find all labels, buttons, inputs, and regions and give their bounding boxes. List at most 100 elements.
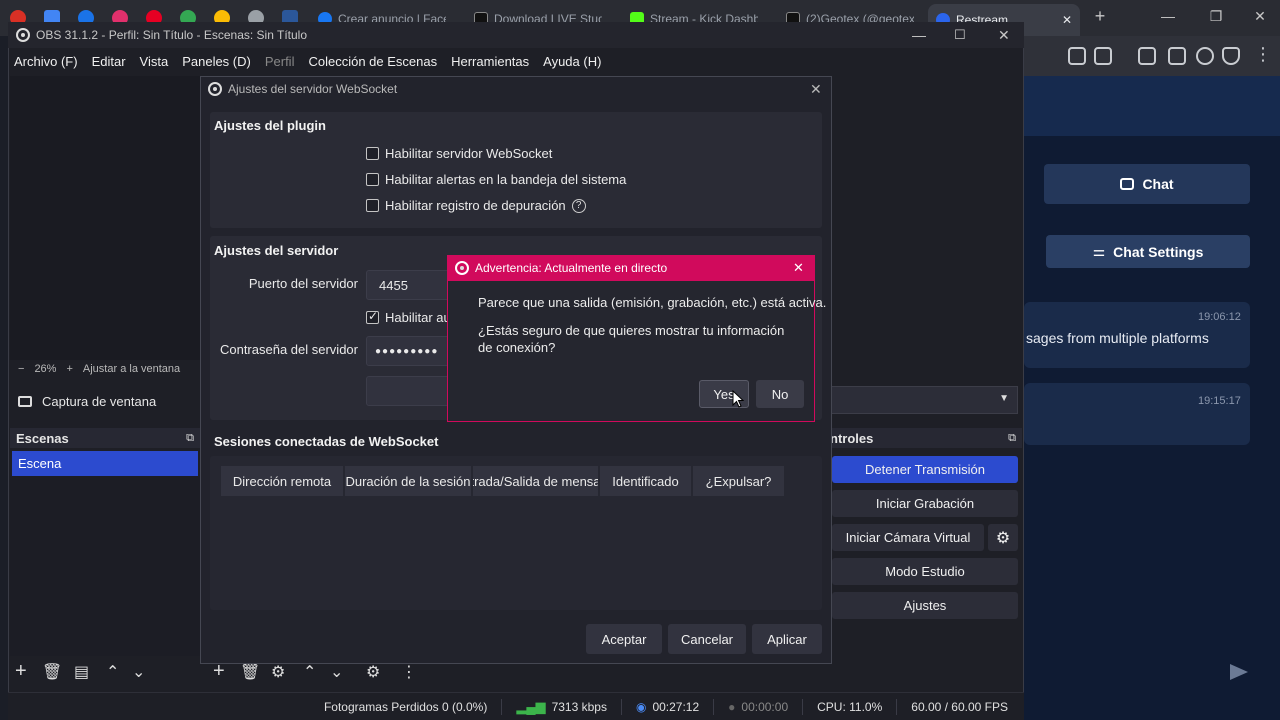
dropdown-strip[interactable]: ▼ — [826, 386, 1018, 414]
preview-area[interactable] — [10, 76, 200, 360]
sparkle-icon[interactable] — [1196, 47, 1214, 65]
monitor-icon — [18, 395, 32, 407]
chat-button[interactable]: Chat — [1044, 164, 1250, 204]
bitrate: 7313 kbps — [551, 699, 607, 714]
zoom-out-button[interactable]: − — [18, 363, 24, 375]
column-identified[interactable]: Identificado — [600, 466, 691, 496]
accept-button[interactable]: Aceptar — [586, 624, 662, 654]
start-recording-button[interactable]: Iniciar Grabación — [832, 490, 1018, 517]
scenes-list — [10, 476, 200, 656]
move-down-icon[interactable]: ⌄ — [330, 662, 343, 682]
fit-to-window-button[interactable]: Ajustar a la ventana — [83, 363, 180, 375]
gear-icon[interactable]: ⚙ — [366, 662, 380, 682]
cancel-button[interactable]: Cancelar — [668, 624, 746, 654]
enable-debug-log-checkbox[interactable]: Habilitar registro de depuración ? — [366, 198, 586, 213]
restore-icon[interactable]: ❐ — [1206, 8, 1226, 25]
obs-logo-icon — [455, 261, 469, 275]
extensions-icon[interactable] — [1068, 47, 1086, 65]
menu-edit[interactable]: Editar — [92, 54, 126, 69]
screenshot-icon[interactable] — [1094, 47, 1112, 65]
menu-view[interactable]: Vista — [140, 54, 169, 69]
warning-message: Parece que una salida (emisión, grabació… — [478, 295, 827, 310]
more-icon[interactable]: ⋮ — [401, 662, 417, 682]
sliders-icon: ⚌ — [1092, 243, 1106, 259]
close-icon[interactable]: ✕ — [810, 81, 822, 98]
menu-scene-collection[interactable]: Colección de Escenas — [308, 54, 437, 69]
minimize-icon[interactable]: — — [1158, 8, 1178, 24]
checkbox-label: Habilitar au — [385, 310, 451, 325]
source-row[interactable]: Captura de ventana — [10, 388, 200, 414]
chat-icon — [1120, 178, 1135, 190]
column-remote-address[interactable]: Dirección remota — [221, 466, 343, 496]
tab-close-icon[interactable]: ✕ — [1062, 13, 1072, 27]
dropped-frames: Fotogramas Perdidos 0 (0.0%) — [323, 699, 488, 714]
settings-button[interactable]: Ajustes — [832, 592, 1018, 619]
server-settings-title: Ajustes del servidor — [214, 243, 339, 258]
menu-tools[interactable]: Herramientas — [451, 54, 529, 69]
checkbox-box[interactable] — [366, 199, 379, 212]
new-tab-button[interactable]: + — [1090, 6, 1110, 27]
menu-file[interactable]: Archivo (F) — [14, 54, 78, 69]
undock-icon[interactable]: ⧉ — [186, 432, 194, 445]
undock-icon[interactable]: ⧉ — [1008, 432, 1016, 445]
column-messages-in-out[interactable]: trada/Salida de mensa — [473, 466, 598, 496]
enable-auth-checkbox[interactable]: Habilitar au — [366, 309, 451, 325]
signal-bars-icon: ▂▄▆ — [516, 698, 546, 714]
close-icon[interactable]: ✕ — [1250, 8, 1270, 25]
sidebar-icon[interactable] — [1138, 47, 1156, 65]
source-name: Captura de ventana — [42, 393, 157, 409]
minimize-icon[interactable]: — — [912, 27, 926, 43]
move-up-icon[interactable]: ⌃ — [303, 662, 316, 682]
virtual-camera-settings-icon[interactable]: ⚙ — [988, 524, 1018, 551]
browser-toolbar: ⋮ — [1024, 36, 1280, 76]
start-virtual-camera-button[interactable]: Iniciar Cámara Virtual — [832, 524, 984, 551]
move-down-icon[interactable]: ⌄ — [132, 662, 145, 682]
cpu-usage: CPU: 11.0% — [817, 699, 883, 714]
enable-tray-alerts-checkbox[interactable]: Habilitar alertas en la bandeja del sist… — [366, 172, 626, 187]
stream-time: 00:27:12 — [652, 699, 700, 714]
close-icon[interactable]: ✕ — [793, 260, 804, 276]
move-up-icon[interactable]: ⌃ — [106, 662, 119, 682]
record-icon: ● — [728, 699, 736, 714]
chat-settings-button[interactable]: ⚌ Chat Settings — [1046, 235, 1250, 268]
scenes-title: Escenas — [16, 430, 69, 446]
wallet-icon[interactable] — [1168, 47, 1186, 65]
chat-message: 19:15:17 — [1024, 383, 1250, 445]
password-label: Contraseña del servidor — [219, 342, 358, 357]
maximize-icon[interactable]: ☐ — [954, 27, 966, 43]
chat-button-label: Chat — [1142, 176, 1174, 192]
menu-docks[interactable]: Paneles (D) — [182, 54, 251, 69]
obs-logo-icon — [16, 28, 30, 42]
column-kick[interactable]: ¿Expulsar? — [693, 466, 784, 496]
controls-dock-header: ntroles ⧉ — [826, 428, 1022, 448]
send-icon[interactable] — [1230, 664, 1248, 680]
menu-icon[interactable]: ⋮ — [1254, 44, 1272, 65]
checkbox-label: Habilitar servidor WebSocket — [385, 146, 553, 161]
obs-titlebar: OBS 31.1.2 - Perfil: Sin Título - Escena… — [8, 22, 1024, 48]
help-icon[interactable]: ? — [571, 198, 586, 213]
scene-item[interactable]: Escena — [12, 451, 198, 476]
checkbox-box[interactable] — [366, 147, 379, 160]
menu-help[interactable]: Ayuda (H) — [543, 54, 601, 69]
message-time: 19:15:17 — [1198, 395, 1241, 407]
checkbox-box[interactable] — [366, 309, 379, 324]
warning-question: ¿Estás seguro de que quieres mostrar tu … — [478, 323, 785, 355]
plugin-settings-title: Ajustes del plugin — [214, 118, 326, 133]
checkbox-box[interactable] — [366, 173, 379, 186]
trash-icon[interactable]: 🗑 — [240, 662, 260, 682]
close-icon[interactable]: ✕ — [998, 27, 1010, 44]
apply-button[interactable]: Aplicar — [752, 624, 822, 654]
enable-server-checkbox[interactable]: Habilitar servidor WebSocket — [366, 146, 552, 161]
no-button[interactable]: No — [756, 380, 804, 408]
gear-icon[interactable]: ⚙ — [271, 662, 285, 682]
studio-mode-button[interactable]: Modo Estudio — [832, 558, 1018, 585]
shield-icon[interactable] — [1222, 47, 1240, 65]
filter-icon[interactable]: ▤ — [74, 662, 89, 682]
trash-icon[interactable]: 🗑 — [42, 662, 62, 682]
menu-profile[interactable]: Perfil — [265, 54, 295, 69]
column-session-duration[interactable]: Duración de la sesión — [345, 466, 471, 496]
stop-stream-button[interactable]: Detener Transmisión — [832, 456, 1018, 483]
fps: 60.00 / 60.00 FPS — [911, 699, 1008, 714]
zoom-in-button[interactable]: + — [66, 363, 72, 375]
add-icon[interactable]: + — [15, 660, 27, 683]
